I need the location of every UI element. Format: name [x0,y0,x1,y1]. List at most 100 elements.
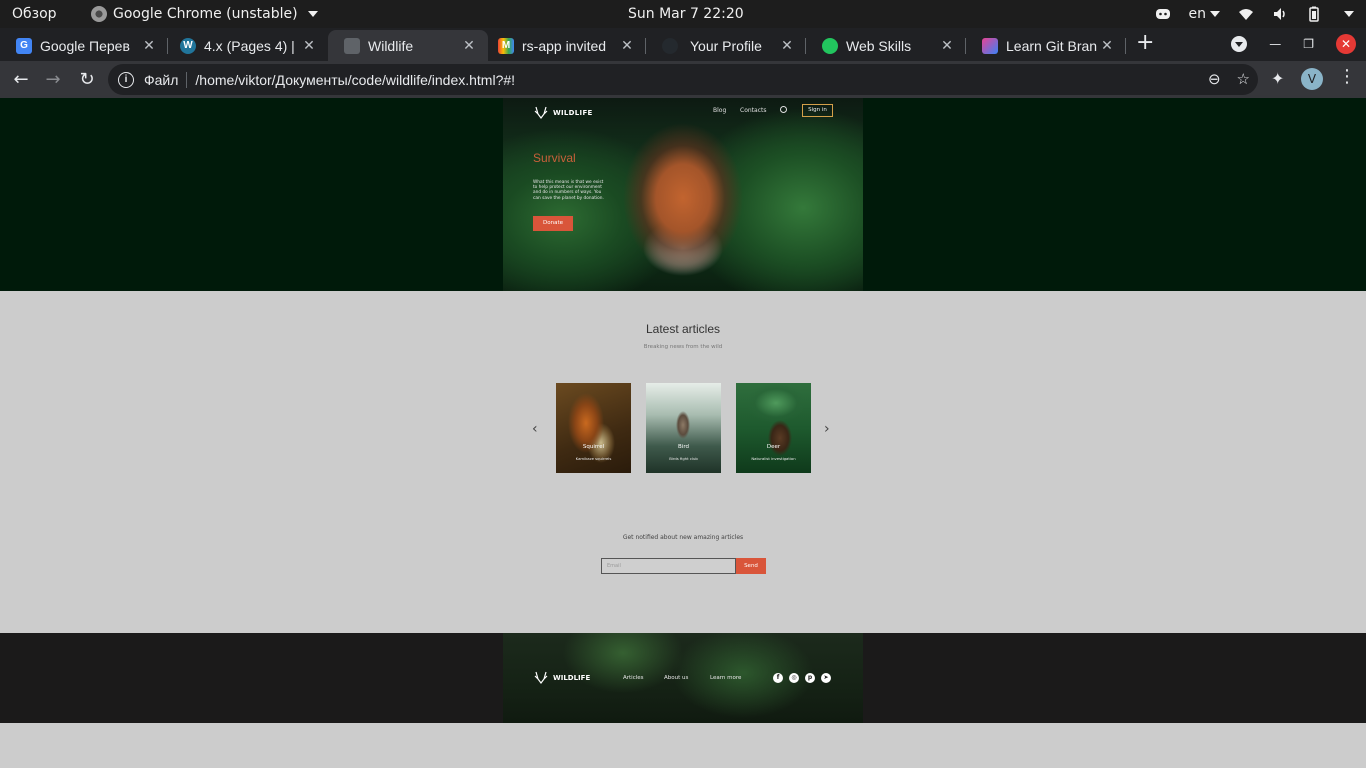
close-icon[interactable]: ✕ [938,37,956,54]
reload-button[interactable]: ↻ [75,68,99,92]
system-tray: en [1155,0,1354,28]
tab-learn-git[interactable]: Learn Git Bran ✕ [966,30,1126,61]
tab-github-profile[interactable]: Your Profile ✕ [646,30,806,61]
activities-button[interactable]: Обзор [12,0,57,28]
clock[interactable]: Sun Mar 7 22:20 [628,0,744,28]
system-menu-chevron-icon[interactable] [1344,11,1354,17]
antlers-icon [534,106,548,119]
battery-icon[interactable] [1306,6,1322,22]
close-icon[interactable]: ✕ [300,37,318,54]
info-icon[interactable]: i [118,71,134,88]
minimize-button[interactable]: — [1269,37,1281,51]
close-icon[interactable]: ✕ [618,37,636,54]
close-icon[interactable]: ✕ [1098,37,1116,54]
address-bar[interactable]: i Файл /home/viktor/Документы/code/wildl… [108,64,1258,95]
sign-in-button[interactable]: Sign in [802,104,833,117]
menu-icon[interactable]: ⋮ [1338,66,1356,87]
bookmark-star-icon[interactable]: ☆ [1237,70,1250,88]
page-icon [344,37,360,54]
web-skills-icon [822,37,838,54]
newsletter-text: Get notified about new amazing articles [622,534,744,541]
google-translate-icon: G [16,37,32,54]
search-icon[interactable] [780,106,787,113]
tab-title: Learn Git Bran [1006,37,1098,54]
instagram-icon[interactable]: ◎ [789,673,799,683]
profile-avatar[interactable]: V [1301,68,1323,90]
articles-heading: Latest articles [645,322,721,336]
chevron-down-icon [1210,11,1220,17]
tab-title: rs-app invited [522,37,607,54]
close-icon[interactable]: ✕ [778,37,796,54]
tab-title: Web Skills [846,37,912,54]
tab-title: Wildlife [368,37,414,54]
carousel-next-icon[interactable]: › [824,421,830,437]
tab-wildlife[interactable]: Wildlife ✕ [328,30,488,61]
email-input[interactable]: Email [601,558,736,574]
footer-link-articles[interactable]: Articles [623,675,644,681]
pinterest-icon[interactable]: p [805,673,815,683]
tab-title: Your Profile [690,37,762,54]
send-button[interactable]: Send [736,558,766,574]
wordpress-icon: W [180,37,196,54]
scheme-label: Файл [144,71,179,88]
close-icon[interactable]: ✕ [140,37,158,54]
forward-button[interactable]: → [41,68,65,92]
antlers-icon [534,671,548,684]
facebook-icon[interactable]: f [773,673,783,683]
card-description: Birds fight club [669,456,698,461]
gmail-icon: M [498,37,514,54]
back-button[interactable]: ← [9,68,33,92]
app-name: Google Chrome (unstable) [113,6,298,22]
keyboard-layout[interactable]: en [1189,0,1220,28]
zoom-icon[interactable]: ⊖ [1208,70,1221,88]
site-footer: WILDLIFE Articles About us Learn more f … [503,633,863,723]
tab-google-translate[interactable]: G Google Перев ✕ [0,30,168,61]
tab-web-skills[interactable]: Web Skills ✕ [806,30,966,61]
chevron-down-icon [307,11,318,17]
tab-separator [1125,38,1126,54]
footer-link-about[interactable]: About us [664,675,688,681]
browser-toolbar: ← → ↻ i Файл /home/viktor/Документы/code… [0,61,1366,98]
hero-section: WILDLIFE Blog Contacts Sign in Survival … [503,98,863,291]
wifi-icon[interactable] [1238,6,1254,22]
close-icon[interactable]: ✕ [460,37,478,54]
tab-wordpress[interactable]: W 4.x (Pages 4) | ✕ [164,30,328,61]
article-card-deer[interactable]: Deer Naturalist investigation [736,383,811,473]
address-divider [186,71,188,88]
discord-icon[interactable] [1155,6,1171,22]
system-top-bar: Обзор Google Chrome (unstable) Sun Mar 7… [0,0,1366,28]
chrome-icon [91,6,107,22]
card-title: Bird [678,444,689,450]
card-title: Squirrel [582,444,605,450]
address-actions: ⊖ ☆ [1208,70,1250,88]
brand-name: WILDLIFE [553,674,591,682]
hero-title: Survival [533,151,576,165]
carousel-prev-icon[interactable]: ‹ [532,421,538,437]
tab-search-icon[interactable] [1231,36,1248,52]
article-card-bird[interactable]: Bird Birds fight club [646,383,721,473]
site-logo[interactable]: WILDLIFE [533,105,593,121]
tab-gmail[interactable]: M rs-app invited ✕ [482,30,646,61]
card-title: Deer [766,444,781,450]
tab-strip: G Google Перев ✕ W 4.x (Pages 4) | ✕ Wil… [0,28,1366,61]
new-tab-button[interactable]: + [1136,30,1154,55]
app-menu[interactable]: Google Chrome (unstable) [91,0,318,28]
extensions-icon[interactable]: ✦ [1271,69,1284,88]
url-text[interactable]: /home/viktor/Документы/code/wildlife/ind… [195,72,515,88]
maximize-button[interactable]: ❐ [1303,37,1314,51]
donate-button[interactable]: Donate [533,216,573,231]
github-icon [662,37,678,54]
nav-blog[interactable]: Blog [713,107,726,114]
articles-subheading: Breaking news from the wild [643,344,723,350]
footer-link-learn-more[interactable]: Learn more [710,675,741,681]
brand-name: WILDLIFE [553,109,593,117]
nav-contacts[interactable]: Contacts [740,107,766,114]
footer-logo[interactable]: WILDLIFE [533,670,590,686]
article-card-squirrel[interactable]: Squirrel Kamikaze squirrels [556,383,631,473]
tab-title: Google Перев [40,37,130,54]
telegram-icon[interactable]: ➤ [821,673,831,683]
tab-title: 4.x (Pages 4) | [204,37,295,54]
volume-icon[interactable] [1272,6,1288,22]
learngit-icon [982,37,998,54]
close-window-button[interactable]: ✕ [1336,34,1356,54]
